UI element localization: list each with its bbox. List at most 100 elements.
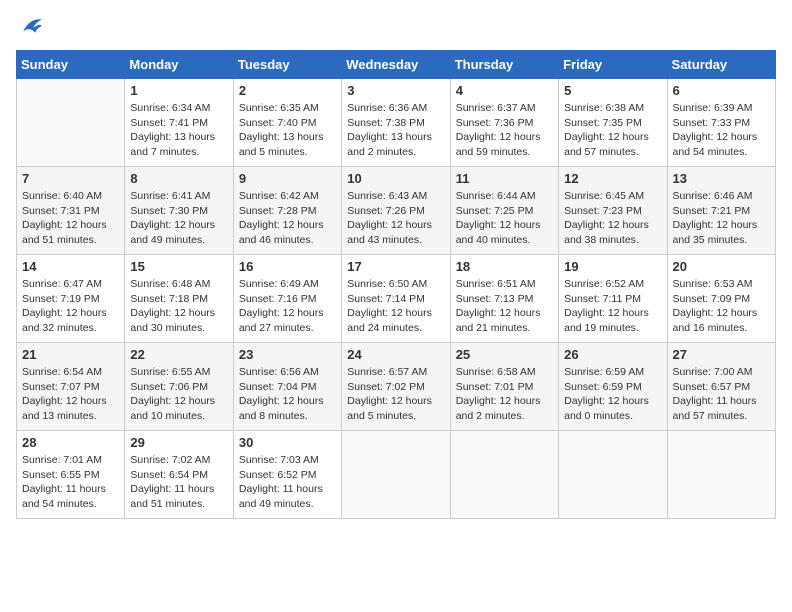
cell-content: Sunrise: 7:03 AM Sunset: 6:52 PM Dayligh… <box>239 453 336 512</box>
cell-content: Sunrise: 6:35 AM Sunset: 7:40 PM Dayligh… <box>239 101 336 160</box>
weekday-header-tuesday: Tuesday <box>233 51 341 79</box>
sunset-text: Sunset: 6:57 PM <box>673 381 751 393</box>
calendar-cell: 29 Sunrise: 7:02 AM Sunset: 6:54 PM Dayl… <box>125 431 233 519</box>
day-number: 16 <box>239 259 336 274</box>
daylight-text: Daylight: 13 hours and 7 minutes. <box>130 131 215 158</box>
sunset-text: Sunset: 6:52 PM <box>239 469 317 481</box>
calendar-cell: 3 Sunrise: 6:36 AM Sunset: 7:38 PM Dayli… <box>342 79 450 167</box>
daylight-text: Daylight: 12 hours and 43 minutes. <box>347 219 432 246</box>
sunrise-text: Sunrise: 6:40 AM <box>22 190 102 202</box>
cell-content: Sunrise: 6:41 AM Sunset: 7:30 PM Dayligh… <box>130 189 227 248</box>
daylight-text: Daylight: 12 hours and 38 minutes. <box>564 219 649 246</box>
day-number: 4 <box>456 83 553 98</box>
cell-content: Sunrise: 6:44 AM Sunset: 7:25 PM Dayligh… <box>456 189 553 248</box>
cell-content: Sunrise: 6:56 AM Sunset: 7:04 PM Dayligh… <box>239 365 336 424</box>
daylight-text: Daylight: 11 hours and 54 minutes. <box>22 483 106 510</box>
day-number: 5 <box>564 83 661 98</box>
cell-content: Sunrise: 6:49 AM Sunset: 7:16 PM Dayligh… <box>239 277 336 336</box>
daylight-text: Daylight: 12 hours and 5 minutes. <box>347 395 432 422</box>
sunset-text: Sunset: 7:40 PM <box>239 117 317 129</box>
calendar-cell: 11 Sunrise: 6:44 AM Sunset: 7:25 PM Dayl… <box>450 167 558 255</box>
cell-content: Sunrise: 6:37 AM Sunset: 7:36 PM Dayligh… <box>456 101 553 160</box>
day-number: 28 <box>22 435 119 450</box>
day-number: 21 <box>22 347 119 362</box>
calendar-cell: 7 Sunrise: 6:40 AM Sunset: 7:31 PM Dayli… <box>17 167 125 255</box>
calendar-cell: 21 Sunrise: 6:54 AM Sunset: 7:07 PM Dayl… <box>17 343 125 431</box>
cell-content: Sunrise: 6:34 AM Sunset: 7:41 PM Dayligh… <box>130 101 227 160</box>
logo <box>16 16 48 38</box>
sunrise-text: Sunrise: 6:35 AM <box>239 102 319 114</box>
sunrise-text: Sunrise: 6:37 AM <box>456 102 536 114</box>
sunrise-text: Sunrise: 6:57 AM <box>347 366 427 378</box>
cell-content: Sunrise: 6:51 AM Sunset: 7:13 PM Dayligh… <box>456 277 553 336</box>
daylight-text: Daylight: 12 hours and 40 minutes. <box>456 219 541 246</box>
daylight-text: Daylight: 12 hours and 2 minutes. <box>456 395 541 422</box>
sunrise-text: Sunrise: 6:42 AM <box>239 190 319 202</box>
sunrise-text: Sunrise: 6:55 AM <box>130 366 210 378</box>
calendar-cell: 9 Sunrise: 6:42 AM Sunset: 7:28 PM Dayli… <box>233 167 341 255</box>
cell-content: Sunrise: 6:42 AM Sunset: 7:28 PM Dayligh… <box>239 189 336 248</box>
day-number: 8 <box>130 171 227 186</box>
sunset-text: Sunset: 7:16 PM <box>239 293 317 305</box>
weekday-header-thursday: Thursday <box>450 51 558 79</box>
sunset-text: Sunset: 7:23 PM <box>564 205 642 217</box>
sunrise-text: Sunrise: 6:53 AM <box>673 278 753 290</box>
calendar-cell: 17 Sunrise: 6:50 AM Sunset: 7:14 PM Dayl… <box>342 255 450 343</box>
daylight-text: Daylight: 12 hours and 35 minutes. <box>673 219 758 246</box>
day-number: 26 <box>564 347 661 362</box>
day-number: 2 <box>239 83 336 98</box>
weekday-header-wednesday: Wednesday <box>342 51 450 79</box>
sunrise-text: Sunrise: 6:36 AM <box>347 102 427 114</box>
calendar-cell <box>342 431 450 519</box>
calendar-cell: 4 Sunrise: 6:37 AM Sunset: 7:36 PM Dayli… <box>450 79 558 167</box>
cell-content: Sunrise: 6:52 AM Sunset: 7:11 PM Dayligh… <box>564 277 661 336</box>
calendar-cell: 24 Sunrise: 6:57 AM Sunset: 7:02 PM Dayl… <box>342 343 450 431</box>
calendar-cell <box>17 79 125 167</box>
daylight-text: Daylight: 12 hours and 19 minutes. <box>564 307 649 334</box>
daylight-text: Daylight: 12 hours and 10 minutes. <box>130 395 215 422</box>
sunrise-text: Sunrise: 7:01 AM <box>22 454 102 466</box>
daylight-text: Daylight: 12 hours and 57 minutes. <box>564 131 649 158</box>
calendar-week-row: 14 Sunrise: 6:47 AM Sunset: 7:19 PM Dayl… <box>17 255 776 343</box>
daylight-text: Daylight: 12 hours and 46 minutes. <box>239 219 324 246</box>
calendar-cell <box>667 431 775 519</box>
sunset-text: Sunset: 7:38 PM <box>347 117 425 129</box>
day-number: 14 <box>22 259 119 274</box>
daylight-text: Daylight: 11 hours and 49 minutes. <box>239 483 323 510</box>
daylight-text: Daylight: 13 hours and 5 minutes. <box>239 131 324 158</box>
weekday-header-row: SundayMondayTuesdayWednesdayThursdayFrid… <box>17 51 776 79</box>
cell-content: Sunrise: 6:48 AM Sunset: 7:18 PM Dayligh… <box>130 277 227 336</box>
day-number: 23 <box>239 347 336 362</box>
day-number: 27 <box>673 347 770 362</box>
sunset-text: Sunset: 7:06 PM <box>130 381 208 393</box>
cell-content: Sunrise: 6:36 AM Sunset: 7:38 PM Dayligh… <box>347 101 444 160</box>
daylight-text: Daylight: 12 hours and 49 minutes. <box>130 219 215 246</box>
sunrise-text: Sunrise: 6:50 AM <box>347 278 427 290</box>
day-number: 22 <box>130 347 227 362</box>
daylight-text: Daylight: 12 hours and 13 minutes. <box>22 395 107 422</box>
sunrise-text: Sunrise: 6:51 AM <box>456 278 536 290</box>
cell-content: Sunrise: 6:57 AM Sunset: 7:02 PM Dayligh… <box>347 365 444 424</box>
sunset-text: Sunset: 7:25 PM <box>456 205 534 217</box>
daylight-text: Daylight: 12 hours and 27 minutes. <box>239 307 324 334</box>
calendar-cell: 2 Sunrise: 6:35 AM Sunset: 7:40 PM Dayli… <box>233 79 341 167</box>
day-number: 7 <box>22 171 119 186</box>
sunset-text: Sunset: 7:36 PM <box>456 117 534 129</box>
cell-content: Sunrise: 6:54 AM Sunset: 7:07 PM Dayligh… <box>22 365 119 424</box>
sunrise-text: Sunrise: 6:39 AM <box>673 102 753 114</box>
calendar-week-row: 7 Sunrise: 6:40 AM Sunset: 7:31 PM Dayli… <box>17 167 776 255</box>
calendar-cell: 23 Sunrise: 6:56 AM Sunset: 7:04 PM Dayl… <box>233 343 341 431</box>
sunset-text: Sunset: 6:55 PM <box>22 469 100 481</box>
calendar-cell: 6 Sunrise: 6:39 AM Sunset: 7:33 PM Dayli… <box>667 79 775 167</box>
sunrise-text: Sunrise: 6:56 AM <box>239 366 319 378</box>
logo-bird-icon <box>16 16 44 38</box>
weekday-header-saturday: Saturday <box>667 51 775 79</box>
day-number: 18 <box>456 259 553 274</box>
daylight-text: Daylight: 12 hours and 24 minutes. <box>347 307 432 334</box>
calendar-cell: 5 Sunrise: 6:38 AM Sunset: 7:35 PM Dayli… <box>559 79 667 167</box>
calendar-cell: 28 Sunrise: 7:01 AM Sunset: 6:55 PM Dayl… <box>17 431 125 519</box>
calendar-cell: 1 Sunrise: 6:34 AM Sunset: 7:41 PM Dayli… <box>125 79 233 167</box>
calendar-week-row: 1 Sunrise: 6:34 AM Sunset: 7:41 PM Dayli… <box>17 79 776 167</box>
day-number: 12 <box>564 171 661 186</box>
day-number: 19 <box>564 259 661 274</box>
